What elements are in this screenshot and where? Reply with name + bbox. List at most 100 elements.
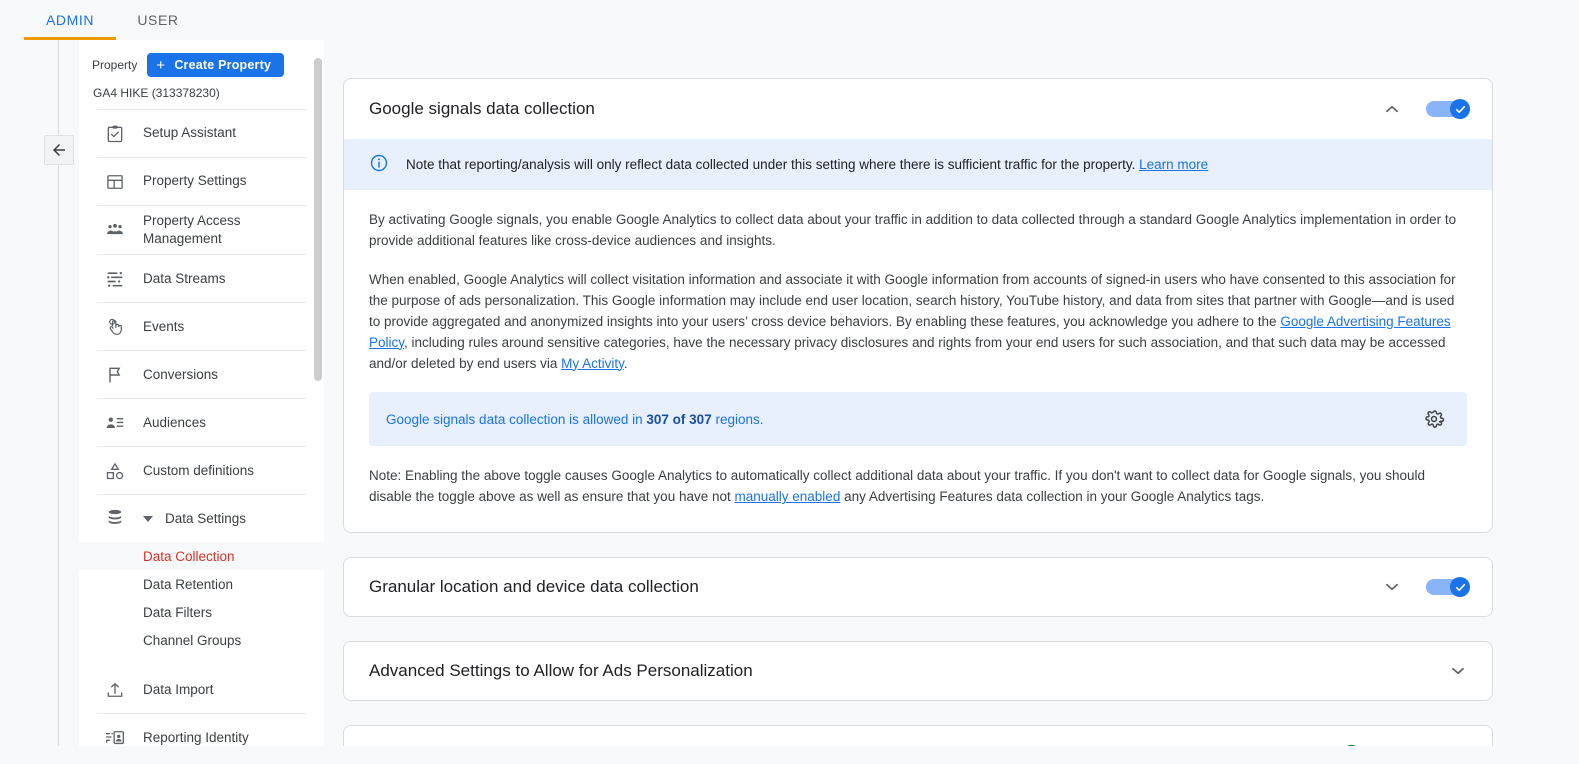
chevron-down-icon[interactable] — [1446, 659, 1470, 683]
sidebar-subitem-label: Data Collection — [143, 548, 235, 564]
property-header: Property + Create Property — [79, 40, 324, 77]
sidebar-subitem-data-retention[interactable]: Data Retention — [79, 570, 324, 598]
google-signals-title: Google signals data collection — [369, 99, 595, 118]
sidebar-item-label: Reporting Identity — [143, 729, 249, 745]
chevron-up-icon[interactable] — [1380, 97, 1404, 121]
card-advanced-settings: Advanced Settings to Allow for Ads Perso… — [343, 641, 1493, 702]
top-tab-bar: ADMIN USER — [0, 0, 1579, 40]
google-signals-header[interactable]: Google signals data collection — [344, 79, 1492, 139]
create-property-label: Create Property — [174, 58, 272, 72]
sidebar-item-property-settings[interactable]: Property Settings — [79, 158, 324, 205]
advanced-header[interactable]: Advanced Settings to Allow for Ads Perso… — [344, 642, 1492, 700]
info-banner: Note that reporting/analysis will only r… — [344, 139, 1492, 190]
sidebar-item-audiences[interactable]: Audiences — [79, 399, 324, 446]
chevron-down-icon — [143, 515, 153, 522]
database-stack-icon — [105, 507, 125, 530]
paragraph-2-part-3: . — [623, 355, 628, 371]
sidebar-item-label: Custom definitions — [143, 462, 255, 478]
check-circle-icon — [1341, 743, 1362, 746]
property-name: GA4 HIKE (313378230) — [93, 86, 220, 100]
learn-more-link[interactable]: Learn more — [1139, 157, 1208, 172]
sidebar-subitem-label: Channel Groups — [143, 632, 242, 648]
sidebar-group-label: Data Settings — [165, 510, 247, 526]
info-icon — [369, 153, 389, 176]
flag-icon — [105, 365, 125, 385]
sidebar-subitem-label: Data Filters — [143, 604, 213, 620]
tap-hand-icon — [105, 317, 125, 337]
sidebar-item-events[interactable]: Events — [79, 303, 324, 350]
sidebar-item-conversions[interactable]: Conversions — [79, 351, 324, 398]
card-user-data-acknowledgement: User Data Collection Acknowledgement Ack… — [343, 725, 1493, 746]
sidebar-item-label: Data Import — [143, 681, 214, 697]
sidebar-scroll-area: Property + Create Property GA4 HIKE (313… — [79, 40, 324, 746]
reporting-identity-icon — [105, 728, 125, 746]
card-google-signals: Google signals data collection Note that… — [343, 78, 1493, 534]
info-banner-text: Note that reporting/analysis will only r… — [406, 155, 1208, 175]
sidebar-subitem-channel-groups[interactable]: Channel Groups — [79, 626, 324, 654]
sidebar-group-data-settings[interactable]: Data Settings — [79, 495, 324, 542]
sidebar-item-label: Data Streams — [143, 270, 226, 286]
granular-toggle[interactable] — [1426, 577, 1470, 598]
clipboard-check-icon — [105, 124, 125, 144]
granular-header[interactable]: Granular location and device data collec… — [344, 558, 1492, 616]
chevron-down-icon[interactable] — [1273, 743, 1297, 746]
toggle-knob — [1450, 577, 1470, 598]
my-activity-link[interactable]: My Activity — [561, 356, 624, 371]
sidebar-item-label: Property Settings — [143, 173, 247, 189]
manually-enabled-link[interactable]: manually enabled — [735, 489, 841, 504]
paragraph-1: By activating Google signals, you enable… — [369, 212, 1457, 248]
google-signals-body: By activating Google signals, you enable… — [344, 190, 1492, 532]
sidebar-item-property-access-management[interactable]: Property Access Management — [79, 206, 324, 254]
person-list-icon — [105, 413, 125, 433]
plus-icon: + — [156, 56, 166, 74]
tab-user-label: USER — [137, 12, 179, 28]
google-signals-toggle[interactable] — [1426, 99, 1470, 119]
sidebar-item-setup-assistant[interactable]: Setup Assistant — [79, 110, 324, 157]
shapes-icon — [105, 461, 125, 481]
sidebar-item-reporting-identity[interactable]: Reporting Identity — [79, 714, 324, 746]
tab-admin-label: ADMIN — [45, 12, 95, 28]
tab-user[interactable]: USER — [116, 0, 200, 40]
arrow-left-icon — [53, 144, 65, 156]
sidebar-subitem-data-collection[interactable]: Data Collection — [79, 542, 324, 571]
tab-admin[interactable]: ADMIN — [24, 0, 116, 40]
sidebar-item-label: Events — [143, 318, 185, 334]
property-label: Property — [92, 58, 138, 72]
regions-banner: Google signals data collection is allowe… — [369, 392, 1467, 447]
sidebar-subitem-data-filters[interactable]: Data Filters — [79, 598, 324, 626]
sidebar-item-label: Audiences — [143, 414, 207, 430]
advanced-title: Advanced Settings to Allow for Ads Perso… — [369, 661, 753, 681]
create-property-button[interactable]: + Create Property — [147, 53, 285, 77]
sidebar-item-custom-definitions[interactable]: Custom definitions — [79, 447, 324, 494]
granular-title: Granular location and device data collec… — [369, 577, 699, 597]
sidebar-item-data-import[interactable]: Data Import — [79, 666, 324, 713]
chevron-down-icon[interactable] — [1380, 575, 1404, 599]
gear-icon[interactable] — [1421, 406, 1447, 432]
sidebar-scrollbar-track[interactable] — [314, 50, 322, 745]
check-icon — [1455, 583, 1465, 591]
paragraph-2-part-2: , including rules around sensitive categ… — [369, 334, 1446, 371]
note-paragraph: Note: Enabling the above toggle causes G… — [369, 466, 1467, 508]
info-banner-message: Note that reporting/analysis will only r… — [406, 156, 1136, 172]
sidebar-item-label: Setup Assistant — [143, 125, 237, 141]
sidebar-scrollbar-thumb[interactable] — [314, 58, 322, 381]
collapse-panel-button[interactable] — [44, 135, 74, 165]
layout-panel-icon — [105, 172, 125, 192]
card-granular-location: Granular location and device data collec… — [343, 557, 1493, 618]
regions-count: 307 of 307 — [646, 411, 712, 427]
acknowledgement-title: User Data Collection Acknowledgement — [369, 745, 1273, 746]
sidebar-item-label: Conversions — [143, 366, 219, 382]
sidebar-subitem-label: Data Retention — [143, 576, 234, 592]
note-part-2: any Advertising Features data collection… — [840, 489, 1265, 505]
check-icon — [1455, 105, 1465, 113]
property-sidebar: Property + Create Property GA4 HIKE (313… — [79, 40, 324, 746]
regions-suffix: regions. — [711, 411, 764, 427]
sidebar-item-label: Property Access Management — [143, 213, 241, 247]
sidebar-item-data-streams[interactable]: Data Streams — [79, 255, 324, 302]
status-badge: Acknowledged — [1341, 743, 1460, 746]
toggle-knob — [1450, 99, 1470, 119]
main-content: Google signals data collection Note that… — [341, 40, 1579, 746]
upload-icon — [105, 680, 125, 700]
regions-text: Google signals data collection is allowe… — [386, 412, 1421, 427]
acknowledgement-header[interactable]: User Data Collection Acknowledgement Ack… — [344, 726, 1492, 746]
